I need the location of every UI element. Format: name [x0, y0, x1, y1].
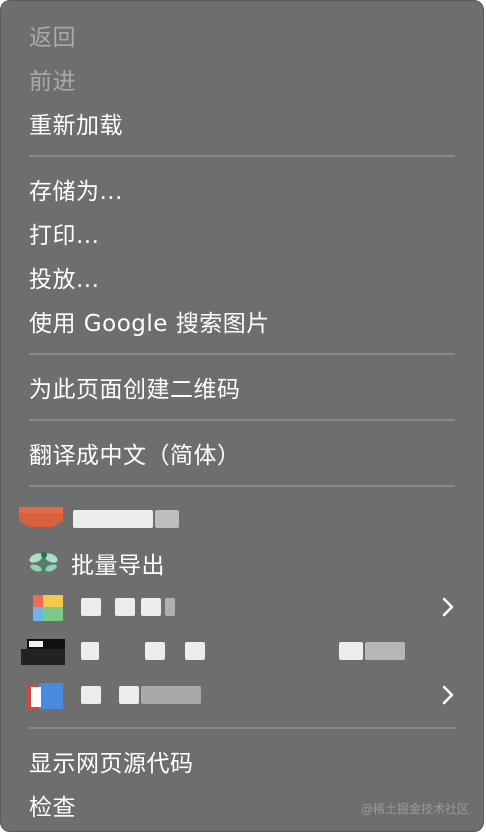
redacted-label — [73, 510, 179, 528]
menu-item-view-source[interactable]: 显示网页源代码 — [1, 739, 483, 783]
menu-item-label: 检查 — [29, 795, 76, 821]
menu-item-translate[interactable]: 翻译成中文（简体） — [1, 431, 483, 475]
black-extension-icon — [21, 637, 65, 665]
menu-separator — [29, 485, 455, 487]
chevron-right-icon — [442, 685, 454, 705]
dragonfly-icon — [27, 549, 61, 577]
colorful-extension-icon — [27, 593, 63, 621]
menu-item-forward[interactable]: 前进 — [1, 57, 483, 101]
redacted-label — [81, 686, 201, 704]
menu-separator — [29, 419, 455, 421]
menu-item-reload[interactable]: 重新加载 — [1, 101, 483, 145]
red-blue-extension-icon — [27, 681, 63, 709]
menu-item-label: 前进 — [29, 69, 76, 95]
watermark: @稀土掘金技术社区 — [360, 802, 469, 816]
menu-item-batch-export[interactable]: 批量导出 — [1, 541, 483, 585]
menu-item-print[interactable]: 打印... — [1, 211, 483, 255]
menu-item-label: 批量导出 — [71, 553, 165, 579]
redacted-label — [81, 642, 405, 660]
menu-item-create-qr-code[interactable]: 为此页面创建二维码 — [1, 365, 483, 409]
menu-separator — [29, 727, 455, 729]
menu-item-label: 翻译成中文（简体） — [29, 443, 241, 469]
menu-item-label: 重新加载 — [29, 113, 123, 139]
menu-item-google-image-search[interactable]: 使用 Google 搜索图片 — [1, 299, 483, 343]
menu-item-extension-5[interactable] — [1, 673, 483, 717]
menu-item-extension-4[interactable] — [1, 629, 483, 673]
redacted-label — [81, 598, 175, 616]
menu-separator — [29, 353, 455, 355]
menu-item-back[interactable]: 返回 — [1, 13, 483, 57]
menu-item-label: 投放... — [29, 267, 100, 293]
menu-item-label: 返回 — [29, 25, 76, 51]
menu-item-label: 显示网页源代码 — [29, 751, 194, 777]
chevron-right-icon — [442, 597, 454, 617]
menu-separator — [29, 155, 455, 157]
context-menu: 返回 前进 重新加载 存储为... 打印... 投放... 使用 Google … — [0, 0, 484, 832]
menu-item-label: 为此页面创建二维码 — [29, 377, 241, 403]
menu-item-label: 打印... — [29, 223, 100, 249]
menu-item-label: 存储为... — [29, 179, 123, 205]
menu-item-cast[interactable]: 投放... — [1, 255, 483, 299]
menu-item-label: 使用 Google 搜索图片 — [29, 311, 270, 337]
red-extension-icon — [19, 505, 63, 533]
menu-item-extension-1[interactable] — [1, 497, 483, 541]
menu-item-extension-3[interactable] — [1, 585, 483, 629]
menu-item-save-as[interactable]: 存储为... — [1, 167, 483, 211]
